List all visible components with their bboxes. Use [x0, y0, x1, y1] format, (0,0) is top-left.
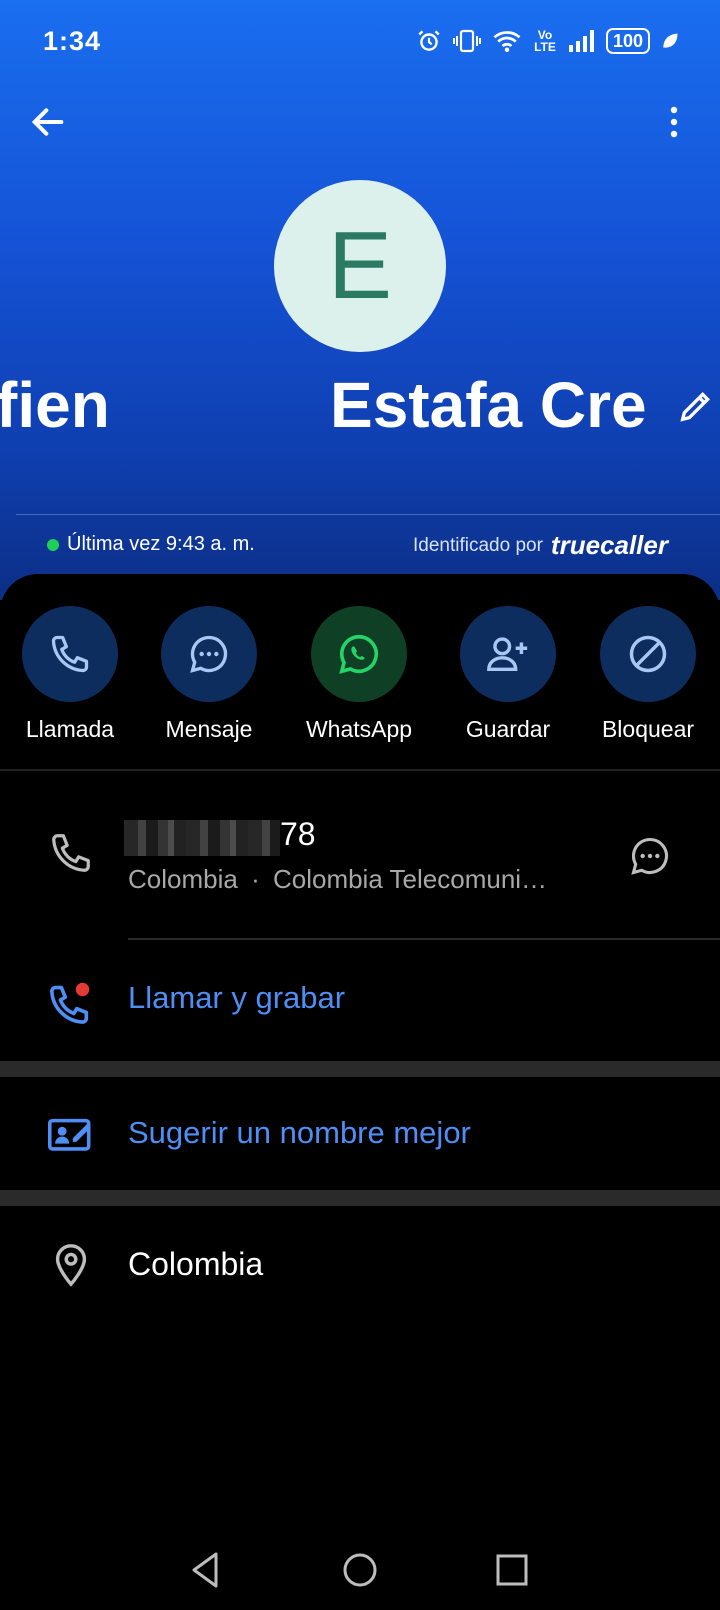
location-text: Colombia [128, 1246, 264, 1282]
signal-icon [568, 30, 594, 52]
block-action-button[interactable]: Bloquear [578, 606, 718, 743]
wifi-icon [493, 31, 521, 52]
vibrate-icon [452, 29, 481, 53]
volte-label: Vo LTE [534, 28, 556, 54]
more-options-icon[interactable] [662, 102, 686, 142]
contact-header: 1:34 Vo LTE 100 E fien Estafa Cre Última… [0, 0, 720, 600]
suggest-name-icon [48, 1118, 91, 1151]
whatsapp-icon [339, 634, 379, 674]
country-text: Colombia [128, 864, 238, 894]
section-separator [0, 1061, 720, 1077]
message-icon[interactable] [628, 834, 672, 878]
nav-recents-icon[interactable] [492, 1540, 532, 1600]
nav-back-icon[interactable] [186, 1540, 226, 1600]
carrier-text: Colombia Telecomuni… [272, 864, 548, 894]
truecaller-logo: truecaller [550, 530, 668, 560]
actions-divider [0, 769, 720, 771]
section-separator [0, 1190, 720, 1206]
battery-indicator: 100 [605, 28, 650, 54]
redacted-number [124, 820, 280, 856]
phone-number-row[interactable]: 78 Colombia · Colombia Telecomuni… [0, 800, 720, 940]
suggest-name-label: Sugerir un nombre mejor [128, 1115, 471, 1150]
block-icon [629, 635, 667, 673]
leaf-icon [663, 33, 678, 48]
header-divider [16, 514, 720, 515]
whatsapp-action-label: WhatsApp [305, 716, 413, 742]
contact-name-container: Estafa Cre [330, 368, 663, 442]
call-record-label: Llamar y grabar [128, 980, 346, 1015]
online-status-dot [47, 538, 59, 551]
message-action-button[interactable]: Mensaje [139, 606, 279, 743]
system-navigation-bar [0, 1540, 720, 1600]
quick-actions: Llamada Mensaje WhatsApp Guardar Bloquea… [0, 606, 720, 742]
message-icon [190, 635, 228, 673]
phone-number-suffix: 78 [280, 816, 316, 852]
contact-name: Estafa Cre [330, 369, 647, 441]
back-arrow-icon[interactable] [28, 102, 68, 142]
call-action-button[interactable]: Llamada [0, 606, 140, 743]
edit-pencil-icon[interactable] [676, 386, 716, 426]
status-bar: 1:34 Vo LTE 100 [0, 26, 720, 66]
contact-avatar: E [274, 180, 446, 352]
identified-by-text: Identificado por [413, 534, 543, 556]
whatsapp-action-button[interactable]: WhatsApp [289, 606, 429, 743]
phone-icon [51, 635, 89, 673]
save-action-label: Guardar [465, 716, 551, 742]
status-time: 1:34 [43, 26, 102, 56]
phone-icon [52, 834, 90, 872]
suggest-name-row[interactable]: Sugerir un nombre mejor [0, 1095, 720, 1175]
last-seen-text: Última vez 9:43 a. m. [67, 533, 255, 555]
call-record-icon [50, 980, 92, 1024]
last-seen: Última vez 9:43 a. m. [47, 533, 255, 556]
add-contact-icon [487, 637, 528, 672]
phone-row-divider [128, 938, 720, 940]
phone-number-details: Colombia · Colombia Telecomuni… [128, 864, 547, 895]
save-action-button[interactable]: Guardar [438, 606, 578, 743]
block-action-label: Bloquear [601, 716, 695, 742]
nav-home-icon[interactable] [340, 1540, 380, 1600]
contact-name-scroll-fragment: fien [0, 369, 110, 441]
separator-dot: · [251, 864, 260, 894]
location-pin-icon [55, 1244, 87, 1287]
message-action-label: Mensaje [165, 716, 253, 742]
alarm-icon [418, 30, 440, 51]
identified-by: Identificado por truecaller [413, 530, 668, 561]
call-action-label: Llamada [25, 716, 115, 742]
call-record-row[interactable]: Llamar y grabar [0, 960, 720, 1040]
location-row: Colombia [0, 1228, 720, 1308]
